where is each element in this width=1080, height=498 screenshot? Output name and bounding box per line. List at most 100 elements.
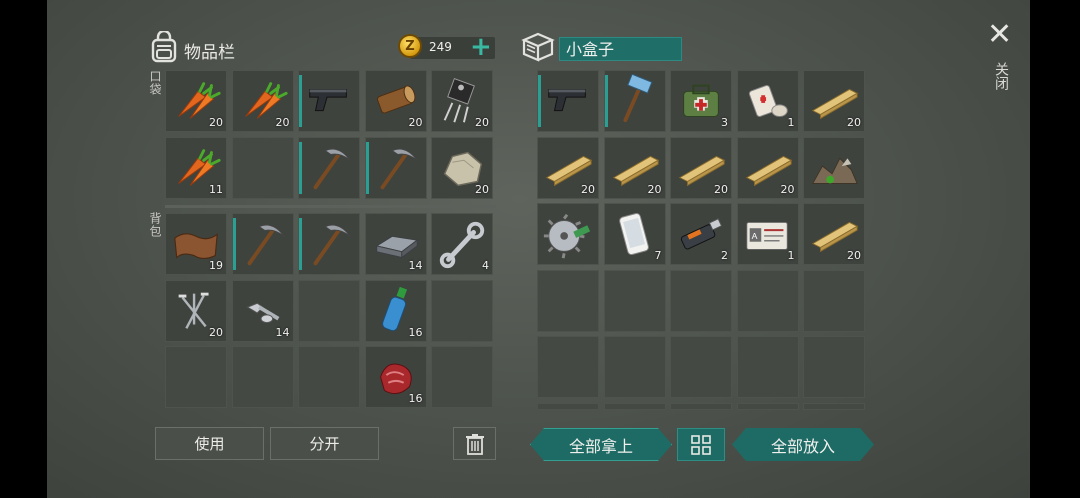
backpack-slot[interactable] <box>431 279 493 342</box>
backpack-slot[interactable] <box>231 213 294 275</box>
container-slot[interactable] <box>670 402 732 410</box>
pickaxe-icon <box>313 148 351 189</box>
container-slot[interactable] <box>736 269 799 332</box>
item-count: 14 <box>408 259 423 272</box>
pocket-slot[interactable]: 20 <box>165 70 227 132</box>
container-slot[interactable] <box>537 336 599 398</box>
take-all-button[interactable]: 全部拿上 <box>530 428 672 461</box>
container-slot[interactable] <box>670 336 732 398</box>
container-slot[interactable] <box>736 336 799 398</box>
sort-button[interactable] <box>677 428 725 461</box>
backpack-slot[interactable] <box>165 346 227 408</box>
backpack-icon <box>149 29 179 63</box>
pocket-slot[interactable]: 20 <box>231 70 294 132</box>
container-slot[interactable] <box>537 203 599 265</box>
pocket-slot[interactable]: 20 <box>431 136 493 199</box>
container-slot[interactable]: 20 <box>603 136 666 199</box>
take-all-label: 全部拿上 <box>568 436 633 456</box>
close-button-label[interactable]: 关闭 <box>991 62 1011 90</box>
pocket-slot[interactable]: 20 <box>431 70 493 132</box>
backpack-slot[interactable]: 14 <box>231 279 294 342</box>
item-count: 16 <box>408 392 423 405</box>
container-slot[interactable] <box>603 70 666 132</box>
container-slot[interactable]: 20 <box>803 203 865 265</box>
item-count: 20 <box>475 182 489 196</box>
container-slot[interactable]: 3 <box>670 70 732 132</box>
item-count: 1 <box>787 249 795 262</box>
backpack-slot[interactable] <box>231 346 294 408</box>
grid-sort-icon <box>691 434 711 455</box>
bandage-icon <box>748 85 788 117</box>
inventory-title: 物品栏 <box>184 43 235 63</box>
pistol-icon <box>548 88 586 112</box>
item-count: 4 <box>482 259 489 272</box>
medkit-icon <box>683 84 719 117</box>
item-count: 20 <box>647 182 662 196</box>
pocket-slot[interactable]: 20 <box>364 70 427 132</box>
backpack-slot[interactable] <box>298 279 360 342</box>
container-slot[interactable] <box>603 269 666 332</box>
coin-count: 249 <box>429 40 452 54</box>
container-slot[interactable] <box>670 269 732 332</box>
split-button[interactable]: 分开 <box>270 427 379 460</box>
item-count: 20 <box>275 116 290 129</box>
backpack-slot[interactable]: 16 <box>364 279 427 342</box>
backpack-slot[interactable]: 19 <box>165 213 227 275</box>
item-count: 19 <box>209 259 223 272</box>
trash-button[interactable] <box>453 427 496 460</box>
container-slot[interactable] <box>736 402 799 410</box>
pocket-slot[interactable]: 11 <box>165 136 227 199</box>
container-slot[interactable]: 20 <box>803 70 865 132</box>
container-slot[interactable] <box>537 402 599 410</box>
container-slot[interactable]: 20 <box>736 136 799 199</box>
item-count: 1 <box>787 116 795 129</box>
backpack-slot[interactable] <box>431 346 493 408</box>
pocket-slot[interactable] <box>364 136 427 199</box>
put-all-button[interactable]: 全部放入 <box>732 428 874 461</box>
container-slot[interactable] <box>803 136 865 199</box>
backpack-slot[interactable] <box>298 213 360 275</box>
container-slot[interactable] <box>803 269 865 332</box>
add-coins-button[interactable]: + <box>470 34 492 60</box>
game-screen: 物品栏 Z 249 + 小盒子 口袋 背包 20 20 20 20 11 20 19 14 4… <box>47 0 1030 498</box>
container-slot[interactable] <box>803 336 865 398</box>
item-count: 3 <box>721 116 728 129</box>
backpack-slot[interactable] <box>298 346 360 408</box>
item-count: 11 <box>209 182 223 196</box>
pocket-slot[interactable] <box>298 70 360 132</box>
backpack-label: 背包 <box>148 212 162 238</box>
pocket-slot[interactable] <box>231 136 294 199</box>
wrench-icon <box>439 221 485 269</box>
container-slot[interactable]: 2 <box>670 203 732 265</box>
backpack-slot[interactable]: 14 <box>364 213 427 275</box>
container-slot[interactable] <box>537 269 599 332</box>
backpack-slot[interactable]: 20 <box>165 279 227 342</box>
container-slot[interactable]: 20 <box>537 136 599 199</box>
pocket-divider <box>165 205 496 208</box>
container-slot[interactable] <box>603 402 666 410</box>
close-icon[interactable]: ✕ <box>987 20 1012 50</box>
smartphone-icon <box>618 213 649 255</box>
item-count: 20 <box>209 325 223 339</box>
container-slot[interactable] <box>803 402 865 410</box>
item-count: 20 <box>475 116 489 129</box>
container-slot[interactable]: A1 <box>736 203 799 265</box>
pickaxe-icon <box>313 224 351 266</box>
item-count: 20 <box>847 249 861 262</box>
container-slot[interactable] <box>603 336 666 398</box>
item-count: 7 <box>654 249 662 262</box>
item-count: 14 <box>275 325 290 339</box>
scrap-pile-icon <box>811 157 858 184</box>
backpack-slot[interactable]: 16 <box>364 346 427 408</box>
item-count: 20 <box>780 182 795 196</box>
container-slot[interactable]: 1 <box>736 70 799 132</box>
pocket-slot[interactable] <box>298 136 360 199</box>
item-count: 20 <box>581 182 595 196</box>
backpack-slot[interactable]: 4 <box>431 213 493 275</box>
svg-text:A: A <box>751 231 757 241</box>
container-slot[interactable]: 20 <box>670 136 732 199</box>
container-slot[interactable] <box>537 70 599 132</box>
container-slot[interactable]: 7 <box>603 203 666 265</box>
use-button[interactable]: 使用 <box>155 427 264 460</box>
saw-blade-icon <box>543 213 591 259</box>
